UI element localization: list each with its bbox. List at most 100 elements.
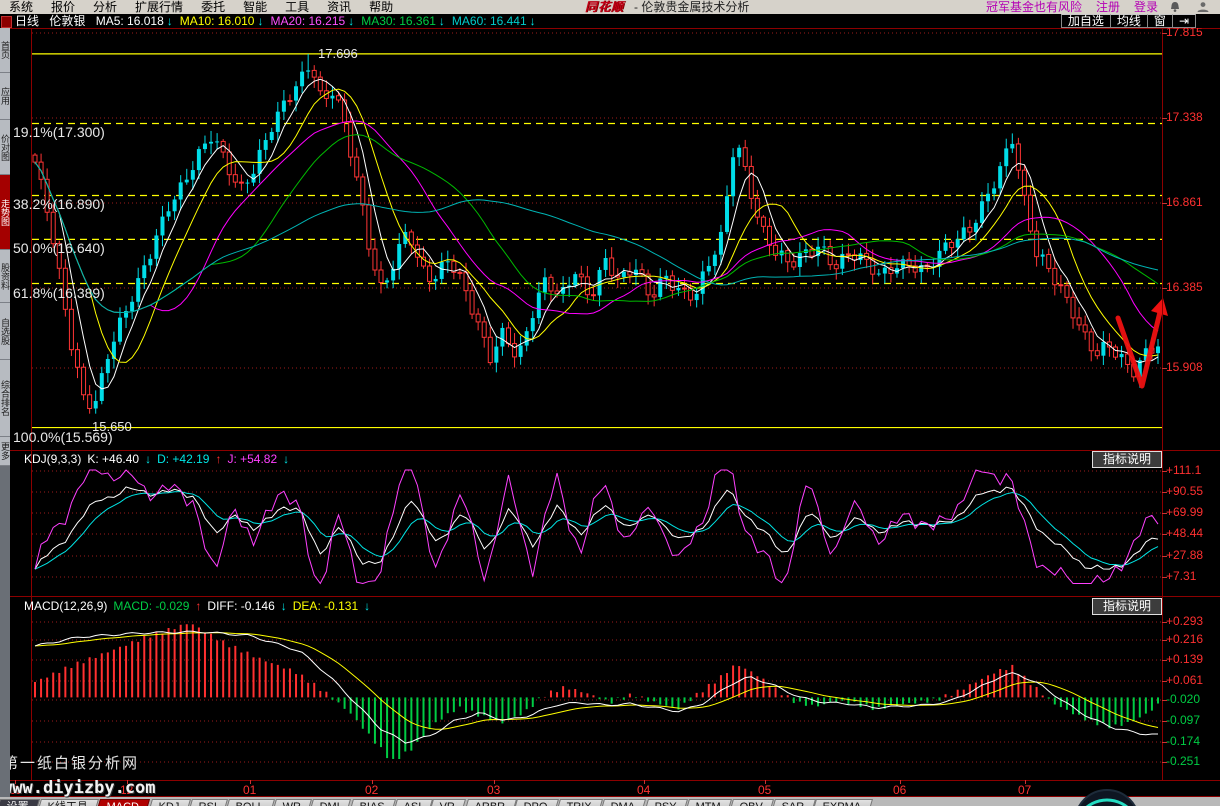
price-axis-tickmark-0 [1162, 33, 1167, 34]
titlebar-link-1[interactable]: 注册 [1096, 0, 1120, 14]
sidebar-item-5[interactable]: 自选股 [0, 303, 10, 360]
price-axis-tick-4: 15.908 [1166, 361, 1218, 374]
indicator-tab-k线工具[interactable]: K线工具 [35, 799, 99, 806]
macd-axis-tick-7: -0.251 [1166, 755, 1218, 768]
toolbar-button-1[interactable]: 均线 [1110, 14, 1148, 28]
titlebar-links: 冠军基金也有风险注册登录 [972, 0, 1158, 14]
kdj-axis-tick-3: +48.44 [1166, 527, 1218, 540]
ma-arrow-3: ↓ [439, 14, 445, 28]
indicator-tab-boll[interactable]: BOLL [223, 799, 275, 806]
indicator-tab-dma[interactable]: DMA [598, 799, 646, 806]
indicator-tab-label: DPO [524, 800, 548, 806]
bell-icon[interactable] [1168, 1, 1182, 13]
titlebar-link-0[interactable]: 冠军基金也有风险 [986, 0, 1082, 14]
indicator-tab-asi[interactable]: ASI [391, 799, 432, 806]
indicator-tab-label: RSI [198, 800, 216, 806]
macd-axis-tick-0: +0.293 [1166, 615, 1218, 628]
menu-item-1[interactable]: 报价 [42, 0, 84, 14]
sidebar-item-7[interactable]: 更多 [0, 437, 10, 466]
kdj-header: KDJ(9,3,3)K: +46.40↓D: +42.19↑J: +54.82↓ [10, 451, 1104, 467]
price-axis-tick-3: 16.385 [1166, 281, 1218, 294]
ma-reading-1: MA10: 16.010 [180, 14, 255, 28]
indicator-tab-wr[interactable]: WR [270, 799, 312, 806]
sidebar-item-2[interactable]: 价对图 [0, 120, 10, 175]
menu-item-0[interactable]: 系统 [0, 0, 42, 14]
indicator-tab-vr[interactable]: VR [428, 799, 467, 806]
indicator-reading-arrow-1: ↓ [281, 599, 287, 613]
indicator-tab-expma[interactable]: EXPMA [811, 799, 873, 806]
menu-item-8[interactable]: 帮助 [360, 0, 402, 14]
indicator-reading-arrow-2: ↓ [364, 599, 370, 613]
ma-reading-2: MA20: 16.215 [270, 14, 345, 28]
indicator-reading-1: D: +42.19 [157, 452, 209, 466]
indicator-tab-label: DMA [611, 800, 635, 806]
sidebar-item-4[interactable]: 股资料 [0, 250, 10, 303]
ma-arrow-1: ↓ [257, 14, 263, 28]
macd-axis-tick-2: +0.139 [1166, 653, 1218, 666]
macd-chart-canvas[interactable] [10, 614, 1220, 780]
month-tick-03 [494, 780, 495, 784]
titlebar: 系统报价分析扩展行情委托智能工具资讯帮助 同花顺 - 伦敦贵金属技术分析 冠军基… [0, 0, 1220, 14]
kdj-indicator-help-button[interactable]: 指标说明 [1092, 451, 1162, 468]
indicator-tab-label: MTM [695, 800, 720, 806]
indicator-tab-macd[interactable]: MACD [95, 799, 151, 806]
sidebar-item-1[interactable]: 应用 [0, 73, 10, 120]
kdj-title: KDJ(9,3,3) [24, 452, 81, 466]
sidebar-item-0[interactable]: 首页 [0, 28, 10, 73]
price-axis-tick-2: 16.861 [1166, 196, 1218, 209]
menu-item-4[interactable]: 委托 [192, 0, 234, 14]
macd-indicator-help-button[interactable]: 指标说明 [1092, 598, 1162, 615]
indicator-tab-kdj[interactable]: KDJ [146, 799, 191, 806]
indicator-tab-label: KDJ [158, 800, 179, 806]
fib-level-label-5: 100.0%(15.569) [13, 430, 113, 445]
kdj-axis-tick-2: +69.99 [1166, 506, 1218, 519]
menu-item-7[interactable]: 资讯 [318, 0, 360, 14]
user-icon[interactable] [1196, 1, 1210, 13]
indicator-tab-label: TRIX [567, 800, 592, 806]
indicator-tab-rsi[interactable]: RSI [186, 799, 228, 806]
indicator-tab-bias[interactable]: BIAS [347, 799, 396, 806]
fib-level-label-2: 38.2%(16.890) [13, 197, 105, 212]
price-chart-canvas[interactable] [10, 28, 1220, 450]
divider [10, 780, 1220, 781]
menu-item-5[interactable]: 智能 [234, 0, 276, 14]
indicator-reading-2: J: +54.82 [227, 452, 277, 466]
period-label[interactable]: 日线 [15, 14, 39, 28]
month-label-03: 03 [487, 783, 500, 797]
indicator-tab-psy[interactable]: PSY [642, 799, 688, 806]
indicator-tab-dpo[interactable]: DPO [511, 799, 559, 806]
divider [10, 596, 1220, 597]
indicator-tab-arbr[interactable]: ARBR [462, 799, 516, 806]
macd-axis-tick-3: +0.061 [1166, 674, 1218, 687]
indicator-tab-trix[interactable]: TRIX [554, 799, 603, 806]
kdj-axis-tick-5: +7.31 [1166, 570, 1218, 583]
chart-toolbar-buttons: 加自选均线窗⇥ [1062, 14, 1196, 28]
macd-axis-tickmark-5 [1162, 721, 1167, 722]
indicator-tab-label: WR [283, 800, 301, 806]
titlebar-link-2[interactable]: 登录 [1134, 0, 1158, 14]
menu-item-3[interactable]: 扩展行情 [126, 0, 192, 14]
indicator-tab-设置[interactable]: 设置 [0, 799, 40, 806]
symbol-label[interactable]: 伦敦银 [49, 14, 85, 28]
menu-item-6[interactable]: 工具 [276, 0, 318, 14]
indicator-tab-sar[interactable]: SAR [769, 799, 815, 806]
toolbar-button-0[interactable]: 加自选 [1061, 14, 1111, 28]
toolbar-button-2[interactable]: 窗 [1147, 14, 1173, 28]
floating-assistant-ball[interactable] [1072, 787, 1142, 806]
indicator-tab-label: ARBR [474, 800, 505, 806]
indicator-tab-mtm[interactable]: MTM [683, 799, 732, 806]
indicator-tab-obv[interactable]: OBV [727, 799, 774, 806]
fib-level-label-3: 50.0%(16.640) [13, 241, 105, 256]
indicator-reading-arrow-2: ↓ [283, 452, 289, 466]
kdj-axis-tick-4: +27.88 [1166, 549, 1218, 562]
chart-toolbar: 日线 伦敦银 MA5: 16.018↓MA10: 16.010↓MA20: 16… [0, 14, 1220, 28]
kdj-chart-canvas[interactable] [10, 468, 1220, 596]
menu-item-2[interactable]: 分析 [84, 0, 126, 14]
sidebar-item-6[interactable]: 综合排名 [0, 360, 10, 437]
ma-arrow-2: ↓ [348, 14, 354, 28]
sidebar-item-3[interactable]: 走势图 [0, 175, 10, 250]
indicator-tab-dmi[interactable]: DMI [308, 799, 352, 806]
indicator-tab-label: PSY [654, 800, 676, 806]
jump-window-icon[interactable]: ⇥ [1172, 14, 1196, 28]
month-tick-05 [765, 780, 766, 784]
